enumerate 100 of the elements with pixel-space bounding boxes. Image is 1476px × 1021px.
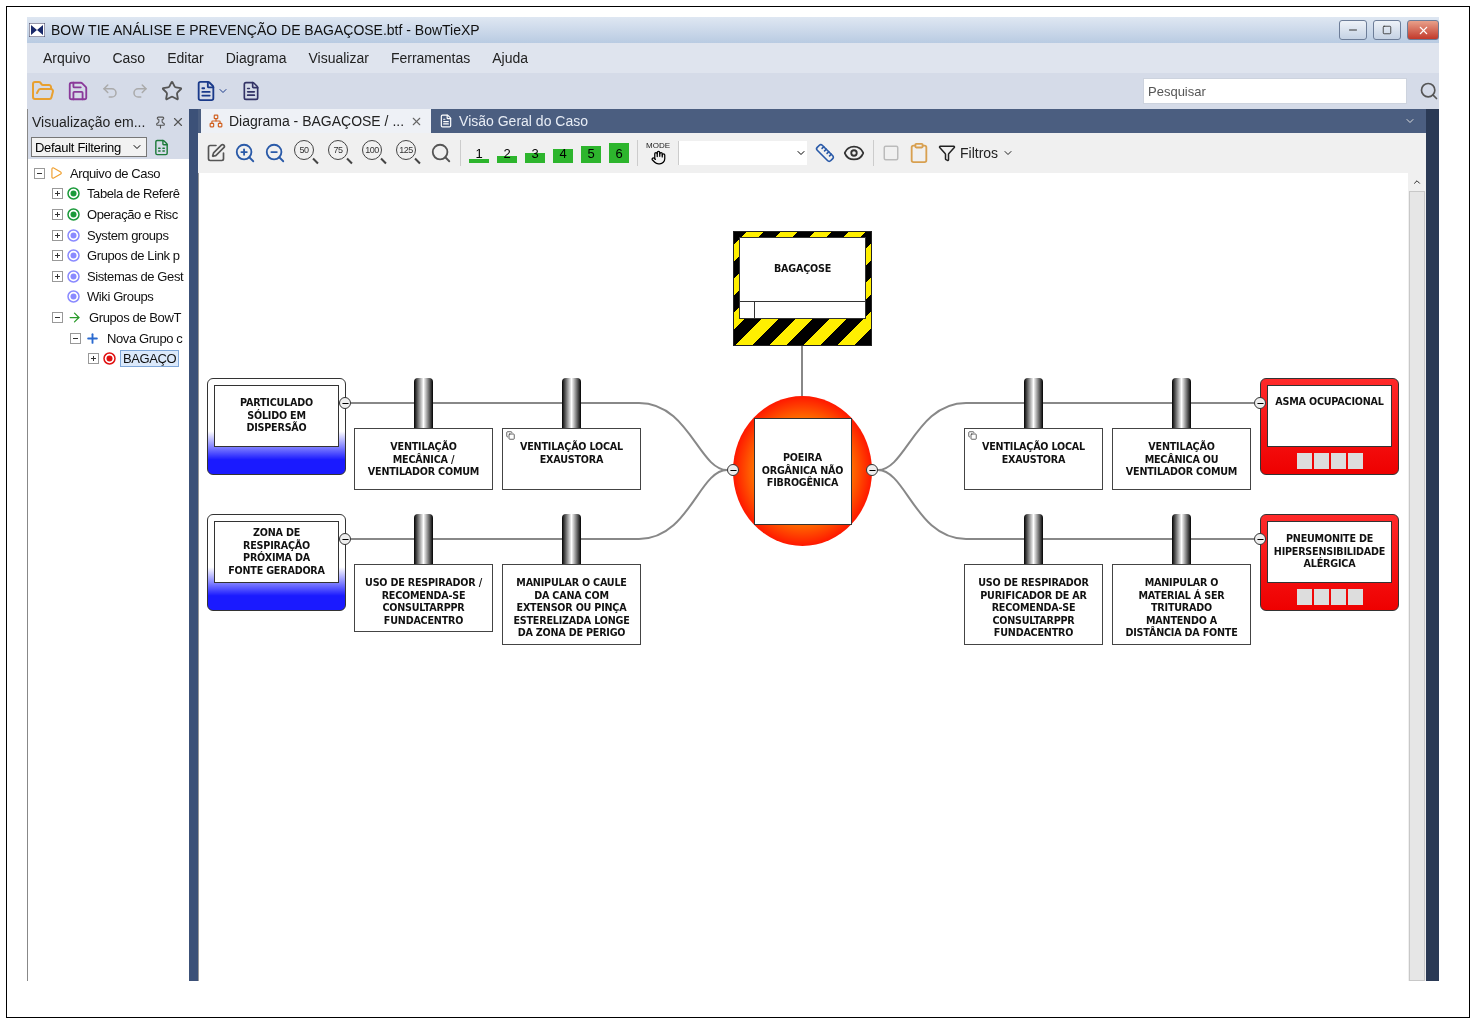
radio-dot-icon bbox=[67, 208, 80, 221]
barrier-pillar bbox=[562, 378, 581, 428]
menu-item[interactable]: Caso bbox=[112, 50, 146, 66]
node-label: PNEUMONITE DE HIPERSENSIBILIDADE ALÉRGICA bbox=[1273, 533, 1386, 571]
filter-dropdown[interactable]: Default Filtering bbox=[31, 137, 147, 157]
menu-item[interactable]: Arquivo bbox=[43, 50, 91, 66]
spreadsheet-icon[interactable] bbox=[153, 138, 170, 156]
tree-item[interactable]: BAGAÇO bbox=[120, 350, 180, 368]
app-logo-icon bbox=[29, 23, 45, 37]
maximize-icon bbox=[1382, 25, 1392, 35]
hazard-label: BAGAÇOSE bbox=[773, 263, 832, 276]
menu-item[interactable]: Ajuda bbox=[492, 50, 529, 66]
barrier-label: VENTILAÇÃO MECÂNICA / VENTILADOR COMUM bbox=[366, 441, 481, 479]
level-button[interactable]: 6 bbox=[609, 143, 629, 163]
plus-icon bbox=[85, 330, 100, 346]
hierarchy-icon bbox=[209, 114, 223, 128]
barrier-node[interactable]: USO DE RESPIRADOR / RECOMENDA-SE CONSULTARPPR FUNDACENTRO bbox=[354, 564, 493, 632]
scroll-up-icon[interactable] bbox=[1412, 177, 1422, 187]
filters-button[interactable]: Filtros bbox=[938, 144, 1015, 162]
collapse-toggle[interactable] bbox=[1254, 397, 1266, 409]
expand-toggle[interactable] bbox=[52, 250, 63, 262]
menu-item[interactable]: Editar bbox=[167, 50, 204, 66]
collapse-toggle[interactable] bbox=[52, 311, 63, 323]
document-icon[interactable] bbox=[241, 81, 261, 101]
connector-line bbox=[801, 345, 803, 397]
window-title: BOW TIE ANÁLISE E PREVENÇÃO DE BAGAÇOSE.btf - BowTieXP bbox=[51, 22, 481, 38]
barrier-label: VENTILAÇÃO LOCAL EXAUSTORA bbox=[519, 441, 624, 466]
menu-item[interactable]: Visualizar bbox=[308, 50, 369, 66]
menu-item[interactable]: Ferramentas bbox=[390, 50, 471, 66]
star-icon[interactable] bbox=[161, 80, 183, 102]
barrier-pillar bbox=[414, 514, 433, 564]
barrier-node[interactable]: MANIPULAR O MATERIAL Á SER TRITURADO MANTENDO A DISTÂNCIA DA FONTE bbox=[1112, 564, 1251, 645]
expand-toggle[interactable] bbox=[52, 188, 63, 200]
expand-toggle[interactable] bbox=[88, 353, 99, 365]
expand-toggle[interactable] bbox=[52, 270, 63, 282]
radio-dot-icon bbox=[103, 352, 116, 366]
document-icon bbox=[439, 114, 454, 128]
barrier-pillar bbox=[414, 378, 433, 428]
top-event-node[interactable]: POEIRA ORGÂNICA NÃO FIBROGÊNICA bbox=[733, 396, 872, 546]
radio-dot-icon bbox=[67, 187, 80, 201]
radio-dot-icon bbox=[67, 249, 80, 263]
menu-item[interactable]: Diagrama bbox=[225, 50, 287, 66]
arrow-icon bbox=[67, 309, 82, 325]
node-label: ASMA OCUPACIONAL bbox=[1275, 396, 1384, 409]
barrier-label: USO DE RESPIRADOR / RECOMENDA-SE CONSULTARPPR FUNDACENTRO bbox=[364, 577, 483, 627]
collapse-toggle[interactable] bbox=[34, 167, 45, 179]
consequence-node[interactable]: PNEUMONITE DE HIPERSENSIBILIDADE ALÉRGICA bbox=[1260, 514, 1399, 611]
collapse-toggle[interactable] bbox=[727, 464, 739, 476]
barrier-label: MANIPULAR O MATERIAL Á SER TRITURADO MANTENDO A DISTÂNCIA DA FONTE bbox=[1124, 577, 1239, 640]
collapse-toggle[interactable] bbox=[1254, 533, 1266, 545]
zoom-fit-icon[interactable] bbox=[430, 142, 452, 164]
tree-item[interactable]: Operação e Risc bbox=[84, 206, 181, 223]
tab[interactable]: Diagrama - BAGAÇOSE / ... bbox=[201, 109, 432, 133]
barrier-pillar bbox=[562, 514, 581, 564]
tab[interactable]: Visão Geral do Caso bbox=[431, 109, 596, 133]
minimize-button[interactable] bbox=[1339, 20, 1367, 40]
threat-node[interactable]: ZONA DE RESPIRAÇÃO PRÓXIMA DA FONTE GERADORA bbox=[207, 514, 346, 611]
edit-icon[interactable] bbox=[206, 143, 226, 163]
barrier-label: MANIPULAR O CAULE DA CANA COM EXTENSOR OU PINÇA ESTERELIZADA LONGE DA ZONA DE PERIGO bbox=[512, 577, 631, 640]
close-button[interactable] bbox=[1407, 20, 1439, 40]
node-label: PARTICULADO SÓLIDO EM DISPERSÃO bbox=[239, 397, 314, 435]
search-icon[interactable] bbox=[1419, 81, 1439, 101]
zoom-out-icon[interactable] bbox=[264, 142, 286, 164]
top-event-label: POEIRA ORGÂNICA NÃO FIBROGÊNICA bbox=[760, 452, 845, 490]
barrier-label: VENTILAÇÃO MECÂNICA OU VENTILADOR COMUM bbox=[1124, 441, 1239, 479]
tree-item[interactable]: System groups bbox=[84, 226, 172, 244]
tree-item[interactable]: Tabela de Referê bbox=[84, 185, 183, 203]
radio-dot-icon bbox=[67, 228, 80, 242]
level-button[interactable]: 5 bbox=[581, 143, 601, 163]
search-field[interactable]: Pesquisar bbox=[1143, 78, 1407, 104]
expand-toggle[interactable] bbox=[52, 209, 63, 220]
save-icon[interactable] bbox=[67, 80, 89, 102]
hand-icon bbox=[650, 149, 666, 165]
rating-cells bbox=[1296, 589, 1363, 605]
zoom-in-icon[interactable] bbox=[234, 142, 256, 164]
barrier-label: USO DE RESPIRADOR PURIFICADOR DE AR RECOMENDA-SE CONSULTARPPR FUNDACENTRO bbox=[977, 577, 1090, 640]
tree-item[interactable]: Nova Grupo c bbox=[104, 329, 186, 347]
barrier-node[interactable]: VENTILAÇÃO MECÂNICA OU VENTILADOR COMUM bbox=[1112, 428, 1251, 490]
filter-icon bbox=[938, 144, 956, 162]
pin-icon[interactable] bbox=[154, 115, 167, 129]
mode-button[interactable]: MODE bbox=[646, 141, 670, 165]
barrier-node[interactable]: VENTILAÇÃO MECÂNICA / VENTILADOR COMUM bbox=[354, 428, 493, 490]
consequence-node[interactable]: ASMA OCUPACIONAL bbox=[1260, 378, 1399, 475]
barrier-node[interactable]: VENTILAÇÃO LOCAL EXAUSTORA bbox=[502, 428, 641, 490]
tree-item[interactable]: Wiki Groups bbox=[84, 288, 157, 306]
expand-toggle[interactable] bbox=[52, 229, 63, 241]
scrollbar[interactable] bbox=[1408, 173, 1426, 981]
close-icon[interactable] bbox=[171, 115, 185, 129]
maximize-button[interactable] bbox=[1373, 20, 1401, 40]
barrier-node[interactable]: VENTILAÇÃO LOCAL EXAUSTORA bbox=[964, 428, 1103, 490]
node-label: ZONA DE RESPIRAÇÃO PRÓXIMA DA FONTE GERADORA bbox=[227, 527, 326, 577]
tree-item[interactable]: Sistemas de Gest bbox=[84, 267, 187, 285]
tree-item[interactable]: Arquivo de Caso bbox=[67, 164, 164, 182]
threat-node[interactable]: PARTICULADO SÓLIDO EM DISPERSÃO bbox=[207, 378, 346, 475]
barrier-node[interactable]: USO DE RESPIRADOR PURIFICADOR DE AR RECOMENDA-SE CONSULTARPPR FUNDACENTRO bbox=[964, 564, 1103, 645]
tree-item[interactable]: Grupos de Link p bbox=[84, 247, 183, 265]
hazard-node[interactable]: BAGAÇOSE bbox=[733, 231, 872, 346]
barrier-node[interactable]: MANIPULAR O CAULE DA CANA COM EXTENSOR OU PINÇA ESTERELIZADA LONGE DA ZONA DE PERIGO bbox=[502, 564, 641, 645]
collapse-toggle[interactable] bbox=[70, 332, 81, 344]
tree-item[interactable]: Grupos de BowT bbox=[86, 308, 184, 326]
